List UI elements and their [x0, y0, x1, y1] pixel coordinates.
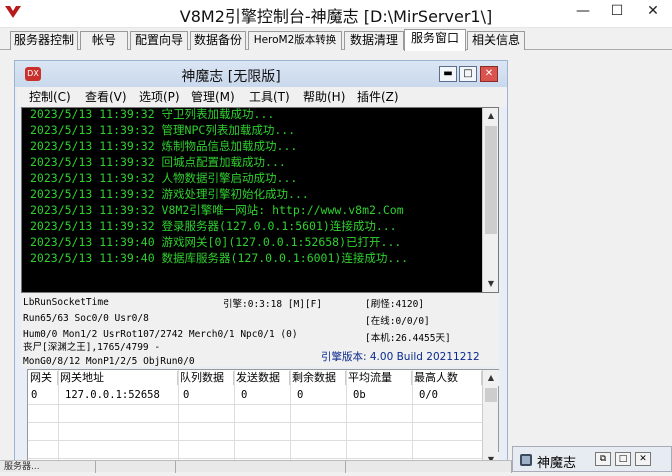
gateway-table[interactable]: 网关 网关地址 队列数据 发送数据 剩余数据 平均流量 最高人数 0 127.0…	[27, 369, 499, 469]
table-cell: 0	[31, 389, 38, 401]
engine-version-label: 引擎版本: 4.00 Build 20211212	[321, 351, 480, 363]
log-line: 2023/5/13 11:39:32 游戏处理引擎初始化成功...	[30, 187, 309, 201]
scroll-up-icon[interactable]: ▲	[483, 370, 499, 386]
tab-related-info[interactable]: 相关信息	[467, 31, 525, 50]
column-header[interactable]: 队列数据	[178, 371, 234, 385]
scroll-up-icon[interactable]: ▲	[483, 108, 498, 124]
close-icon[interactable]: ✕	[635, 452, 651, 466]
refresh-label: [刷怪:4120]	[365, 299, 425, 310]
log-line: 2023/5/13 11:39:40 数据库服务器(127.0.0.1:6001…	[30, 251, 409, 265]
menu-bar: 控制(C) 查看(V) 选项(P) 管理(M) 工具(T) 帮助(H) 插件(Z…	[17, 87, 507, 107]
mon-stats-label: MonG0/8/12 MonP1/2/5 ObjRun0/0	[23, 356, 195, 367]
tab-account[interactable]: 帐号	[80, 31, 128, 50]
minimized-window-tab[interactable]: 神魔志 ⧉ □ ✕	[512, 446, 672, 472]
log-line: 2023/5/13 11:39:32 管理NPC列表加载成功...	[30, 123, 296, 137]
log-console[interactable]: 2023/5/13 11:39:32 守卫列表加载成功... 2023/5/13…	[21, 107, 499, 293]
socket-time-label: LbRunSocketTime	[23, 297, 109, 308]
column-header[interactable]: 网关	[28, 371, 58, 385]
tab-server-control[interactable]: 服务器控制	[10, 31, 78, 50]
log-scrollbar[interactable]: ▲ ▼	[482, 108, 498, 292]
tab-service-window[interactable]: 服务窗口	[404, 29, 466, 51]
column-header[interactable]: 平均流量	[346, 371, 412, 385]
scroll-thumb[interactable]	[485, 388, 497, 402]
online-label: [在线:0/0/0]	[365, 316, 430, 327]
bottom-segment: 服务器...	[0, 461, 96, 473]
table-scrollbar[interactable]: ▲ ▼	[482, 370, 499, 468]
inner-minimize-button[interactable]: ▬	[439, 66, 457, 82]
minimized-window-title: 神魔志	[537, 456, 577, 471]
column-header[interactable]: 发送数据	[234, 371, 290, 385]
restore-icon[interactable]: ⧉	[595, 452, 611, 466]
uptime-label: [本机:26.4455天]	[365, 333, 451, 344]
main-tabs: 服务器控制 帐号 配置向导 数据备份 HeroM2版本转换 数据清理 服务窗口 …	[0, 28, 672, 51]
inner-window: DX 神魔志 [无限版] ▬ □ ✕ 控制(C) 查看(V) 选项(P) 管理(…	[14, 60, 508, 472]
menu-control[interactable]: 控制(C)	[29, 89, 71, 105]
table-cell: 0b	[353, 389, 366, 401]
bottom-segment	[346, 461, 512, 473]
menu-tools[interactable]: 工具(T)	[249, 89, 290, 105]
log-line: 2023/5/13 11:39:40 游戏网关[0](127.0.0.1:526…	[30, 235, 402, 249]
app-title-bar: V8M2引擎控制台-神魔志 [D:\MirServer1\] — ☐ ✕	[0, 0, 672, 28]
menu-plugins[interactable]: 插件(Z)	[357, 89, 399, 105]
log-line: 2023/5/13 11:39:32 炼制物品信息加载成功...	[30, 139, 298, 153]
close-button[interactable]: ✕	[636, 0, 670, 24]
tab-data-backup[interactable]: 数据备份	[190, 31, 246, 50]
window-app-icon	[520, 454, 532, 466]
menu-manage[interactable]: 管理(M)	[191, 89, 235, 105]
tab-config-wizard[interactable]: 配置向导	[130, 31, 188, 50]
maximize-icon[interactable]: □	[615, 452, 631, 466]
bottom-segment	[176, 461, 346, 473]
run-stats-label: Run65/63 Soc0/0 Usr0/8	[23, 313, 149, 324]
tab-data-clean[interactable]: 数据清理	[344, 31, 404, 50]
log-line: 2023/5/13 11:39:32 人物数据引擎启动成功...	[30, 171, 298, 185]
inner-title-bar: DX 神魔志 [无限版] ▬ □ ✕	[15, 61, 507, 87]
menu-help[interactable]: 帮助(H)	[303, 89, 345, 105]
bottom-segment	[96, 461, 176, 473]
minimize-button[interactable]: —	[566, 0, 600, 24]
log-line: 2023/5/13 11:39:32 V8M2引擎唯一网站: http://ww…	[30, 203, 404, 217]
column-header[interactable]: 网关地址	[58, 371, 178, 385]
table-cell: 0	[297, 389, 304, 401]
status-panel: LbRunSocketTime Run65/63 Soc0/0 Usr0/8 H…	[21, 293, 499, 367]
maximize-button[interactable]: ☐	[600, 0, 634, 24]
inner-close-button[interactable]: ✕	[480, 66, 498, 82]
bottom-status-strip: 服务器...	[0, 460, 512, 473]
scroll-thumb[interactable]	[485, 126, 497, 234]
engine-time-label: 引擎:0:3:18 [M][F]	[223, 299, 323, 310]
map-stats-label: 丧尸[深渊之王],1765/4799 -	[23, 342, 161, 353]
column-header[interactable]: 剩余数据	[290, 371, 346, 385]
log-line: 2023/5/13 11:39:32 守卫列表加载成功...	[30, 107, 275, 121]
menu-view[interactable]: 查看(V)	[85, 89, 127, 105]
log-line: 2023/5/13 11:39:32 回城点配置加载成功...	[30, 155, 286, 169]
scroll-down-icon[interactable]: ▼	[483, 276, 498, 292]
column-header[interactable]: 最高人数	[412, 371, 482, 385]
log-line: 2023/5/13 11:39:32 登录服务器(127.0.0.1:5601)…	[30, 219, 397, 233]
inner-window-title: 神魔志 [无限版]	[181, 69, 281, 85]
table-cell: 127.0.0.1:52658	[65, 389, 160, 401]
table-cell: 0/0	[419, 389, 438, 401]
hum-stats-label: Hum0/0 Mon1/2 UsrRot107/2742 Merch0/1 Np…	[23, 329, 298, 340]
menu-options[interactable]: 选项(P)	[139, 89, 180, 105]
inner-maximize-button[interactable]: □	[459, 66, 477, 82]
table-cell: 0	[241, 389, 248, 401]
table-cell: 0	[183, 389, 190, 401]
tab-herom2-convert[interactable]: HeroM2版本转换	[248, 31, 342, 50]
